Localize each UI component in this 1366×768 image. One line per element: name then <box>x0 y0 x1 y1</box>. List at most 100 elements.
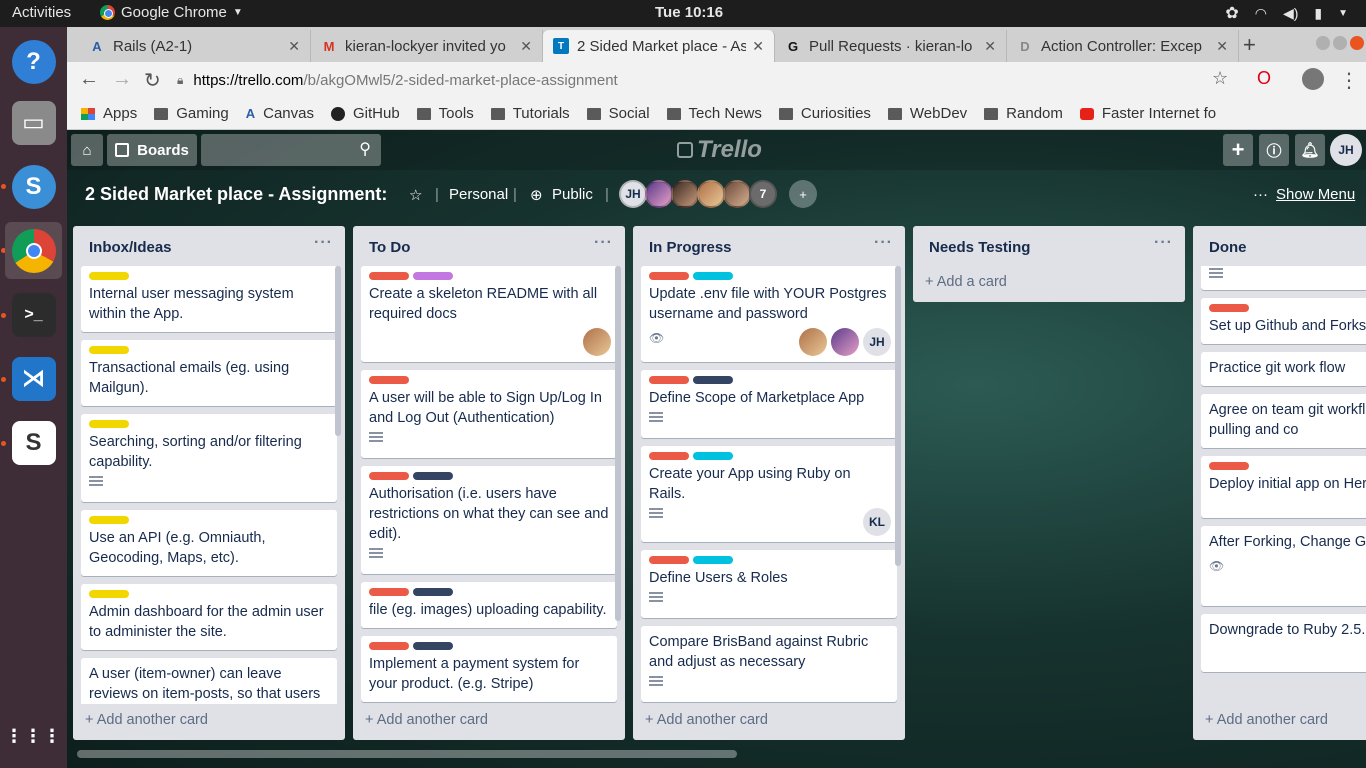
chevron-down-icon[interactable]: ▼ <box>1338 8 1348 19</box>
member-avatar[interactable] <box>583 328 611 356</box>
label-red[interactable] <box>649 452 689 460</box>
list-menu-icon[interactable]: ··· <box>874 234 893 252</box>
member-avatar[interactable]: JH <box>619 180 647 208</box>
reload-icon[interactable]: ↻ <box>144 68 161 93</box>
chrome-menu-icon[interactable]: ⋮ <box>1339 68 1359 93</box>
forward-icon[interactable]: → <box>112 68 132 91</box>
card[interactable]: Use an API (e.g. Omniauth, Geocoding, Ma… <box>81 510 337 576</box>
trello-logo[interactable]: Trello <box>677 136 762 164</box>
label-yellow[interactable] <box>89 590 129 598</box>
boards-button[interactable]: Boards <box>107 134 197 166</box>
dock-item-simplenote[interactable]: S <box>5 158 62 215</box>
label-navy[interactable] <box>693 376 733 384</box>
profile-avatar[interactable] <box>1302 68 1324 90</box>
member-avatar[interactable] <box>697 180 725 208</box>
close-icon[interactable]: ✕ <box>984 38 996 55</box>
clock[interactable]: Tue 10:16 <box>655 4 723 21</box>
star-icon[interactable]: ☆ <box>1212 68 1228 89</box>
list-scrollbar[interactable] <box>615 266 621 621</box>
label-red[interactable] <box>649 556 689 564</box>
list-header[interactable]: Done <box>1193 226 1366 266</box>
card[interactable]: Authorisation (i.e. users have restricti… <box>361 466 617 574</box>
show-menu-button[interactable]: Show Menu <box>1276 186 1355 203</box>
list-title[interactable]: In Progress <box>649 239 732 256</box>
battery-icon[interactable]: ▮ <box>1314 5 1322 22</box>
notifications-button[interactable]: 🔔︎ <box>1295 134 1325 166</box>
list-menu-icon[interactable]: ··· <box>594 234 613 252</box>
home-button[interactable]: ⌂ <box>71 134 103 166</box>
list-menu-icon[interactable]: ··· <box>1154 234 1173 252</box>
label-yellow[interactable] <box>89 516 129 524</box>
close-icon[interactable]: ✕ <box>752 38 764 55</box>
label-sky[interactable] <box>693 452 733 460</box>
label-yellow[interactable] <box>89 346 129 354</box>
card[interactable]: Update .env file with YOUR Postgres user… <box>641 266 897 362</box>
dock-item-terminal[interactable]: >_ <box>5 286 62 343</box>
card[interactable]: Deploy initial app on Hero <box>1201 456 1366 518</box>
label-yellow[interactable] <box>89 420 129 428</box>
card[interactable]: Define Scope of Marketplace App <box>641 370 897 438</box>
add-card-button[interactable]: + Add another card <box>73 704 345 740</box>
user-avatar[interactable]: JH <box>1330 134 1362 166</box>
label-red[interactable] <box>369 376 409 384</box>
label-navy[interactable] <box>413 588 453 596</box>
list-scrollbar[interactable] <box>895 266 901 566</box>
label-yellow[interactable] <box>89 272 129 280</box>
card[interactable]: file (eg. images) uploading capability. <box>361 582 617 628</box>
card[interactable]: Agree on team git workflo branching, pul… <box>1201 394 1366 448</box>
add-card-button[interactable]: + Add another card <box>633 704 905 740</box>
browser-tab[interactable]: G Pull Requests · kieran-lo ✕ <box>775 30 1007 62</box>
browser-tab[interactable]: M kieran-lockyer invited yo ✕ <box>311 30 543 62</box>
label-red[interactable] <box>369 472 409 480</box>
card[interactable]: Internal user messaging system within th… <box>81 266 337 332</box>
browser-tab-active[interactable]: T 2 Sided Market place - As ✕ <box>543 30 775 62</box>
volume-icon[interactable]: ◀) <box>1283 5 1298 22</box>
label-navy[interactable] <box>413 472 453 480</box>
label-sky[interactable] <box>693 556 733 564</box>
card[interactable]: Set up Github and Forks <box>1201 298 1366 344</box>
card[interactable]: Transactional emails (eg. using Mailgun)… <box>81 340 337 406</box>
browser-tab[interactable]: D Action Controller: Excep ✕ <box>1007 30 1239 62</box>
board-title[interactable]: 2 Sided Market place - Assignment: <box>85 184 387 205</box>
card[interactable]: Downgrade to Ruby 2.5.1 <box>1201 614 1366 672</box>
label-red[interactable] <box>649 376 689 384</box>
member-count-badge[interactable]: 7 <box>749 180 777 208</box>
add-card-button[interactable]: + Add another card <box>1193 704 1366 740</box>
card[interactable]: Compare BrisBand against Rubric and adju… <box>641 626 897 702</box>
card[interactable]: After Forking, Change Ge Ruby 2.5.1 👁︎ <box>1201 526 1366 606</box>
label-red[interactable] <box>369 588 409 596</box>
list-menu-icon[interactable]: ··· <box>314 234 333 252</box>
member-avatar[interactable]: JH <box>863 328 891 356</box>
label-purple[interactable] <box>413 272 453 280</box>
card[interactable]: A user (item-owner) can leave reviews on… <box>81 658 337 704</box>
add-card-button[interactable]: + Add another card <box>353 704 625 740</box>
close-icon[interactable]: ✕ <box>288 38 300 55</box>
close-icon[interactable]: ✕ <box>520 38 532 55</box>
member-avatar[interactable]: KL <box>863 508 891 536</box>
maximize-icon[interactable] <box>1333 36 1347 50</box>
member-avatar[interactable] <box>799 328 827 356</box>
label-red[interactable] <box>649 272 689 280</box>
member-avatar[interactable] <box>831 328 859 356</box>
member-avatar[interactable] <box>671 180 699 208</box>
minimize-icon[interactable] <box>1316 36 1330 50</box>
add-card-button[interactable]: + Add a card <box>913 266 1185 302</box>
dock-item-vscode[interactable]: ⋊ <box>5 350 62 407</box>
card[interactable]: Admin dashboard for the admin user to ad… <box>81 584 337 650</box>
close-window-icon[interactable] <box>1350 36 1364 50</box>
board-horizontal-scrollbar[interactable] <box>77 750 737 758</box>
list-title[interactable]: Needs Testing <box>929 239 1030 256</box>
bookmark-folder[interactable]: Tools <box>416 105 474 122</box>
bookmark-folder[interactable]: Random <box>984 105 1063 122</box>
back-icon[interactable]: ← <box>79 68 99 91</box>
opera-extension-icon[interactable]: O <box>1257 68 1271 89</box>
bookmark-folder[interactable]: Tech News <box>666 105 762 122</box>
bookmark-github[interactable]: GitHub <box>330 105 400 122</box>
star-icon[interactable]: ☆ <box>409 186 422 204</box>
label-red[interactable] <box>1209 304 1249 312</box>
bookmark-youtube[interactable]: Faster Internet fo <box>1079 105 1216 122</box>
bookmark-folder[interactable]: Social <box>586 105 650 122</box>
invite-member-icon[interactable]: + <box>789 180 817 208</box>
list-title[interactable]: Done <box>1209 239 1247 256</box>
member-avatar[interactable] <box>645 180 673 208</box>
